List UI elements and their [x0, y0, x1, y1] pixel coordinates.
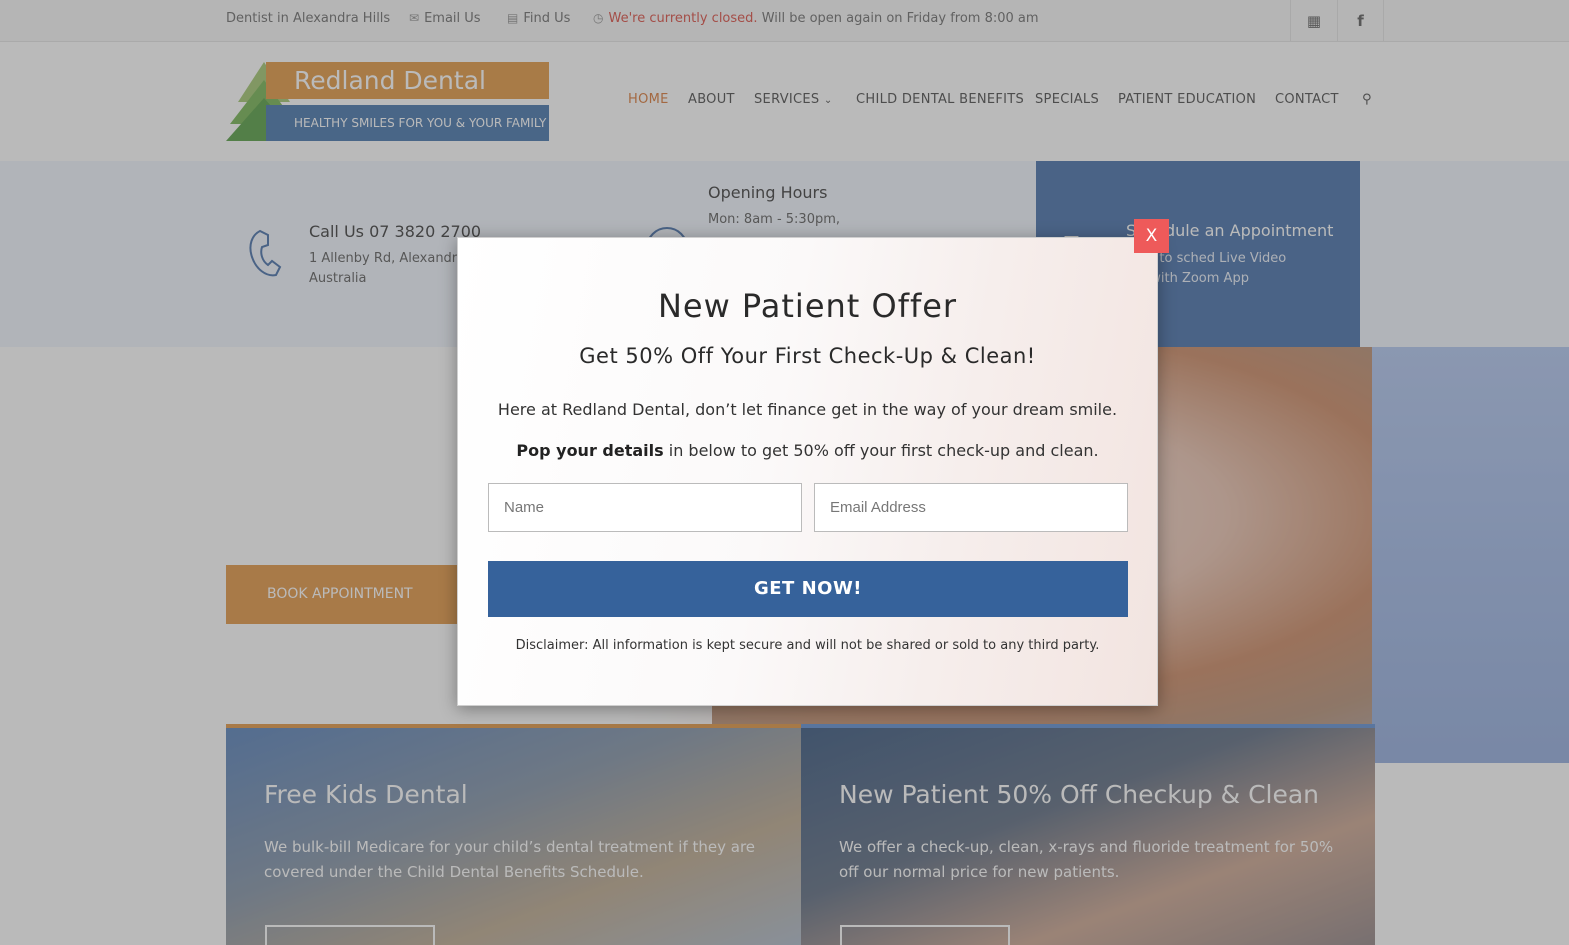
instructions-rest: in below to get 50% off your first check… — [663, 441, 1099, 460]
get-now-button[interactable]: GET NOW! — [488, 561, 1128, 617]
modal-title: New Patient Offer — [657, 287, 958, 325]
email-input[interactable] — [814, 483, 1128, 532]
disclaimer-text: Disclaimer: All information is kept secu… — [515, 638, 1100, 653]
name-input[interactable] — [488, 483, 802, 532]
modal-paragraph: Here at Redland Dental, don’t let financ… — [497, 400, 1118, 419]
instructions-bold: Pop your details — [516, 441, 664, 460]
modal-close-button[interactable]: X — [1134, 219, 1169, 253]
modal-instructions: Pop your details in below to get 50% off… — [458, 441, 1157, 460]
modal-subtitle: Get 50% Off Your First Check-Up & Clean! — [579, 344, 1036, 368]
new-patient-offer-modal: New Patient Offer Get 50% Off Your First… — [457, 237, 1158, 706]
